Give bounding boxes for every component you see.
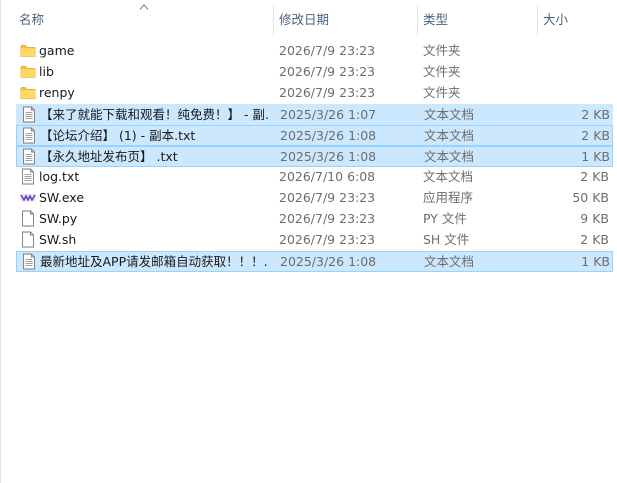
file-size: 2 KB	[580, 232, 609, 247]
renpy-app-icon	[20, 189, 36, 206]
file-row[interactable]: log.txt 2026/7/10 6:08 文本文档 2 KB	[16, 167, 613, 188]
file-name: lib	[39, 64, 54, 79]
file-type: 应用程序	[423, 190, 474, 205]
file-row[interactable]: 最新地址及APP请发邮箱自动获取！！！... 2025/3/26 1:08 文本文档…	[16, 251, 613, 272]
file-type: 文本文档	[424, 149, 475, 164]
folder-icon	[20, 42, 36, 59]
file-name: SW.py	[39, 211, 78, 226]
text-file-icon	[20, 168, 36, 185]
file-type: 文件夹	[423, 85, 461, 100]
file-date: 2025/3/26 1:07	[280, 107, 377, 122]
file-date: 2025/3/26 1:08	[280, 149, 377, 164]
file-name: SW.exe	[39, 190, 85, 205]
text-file-icon	[21, 106, 37, 123]
file-type: 文本文档	[423, 169, 474, 184]
file-type: 文本文档	[424, 107, 475, 122]
folder-icon	[20, 84, 36, 101]
file-row[interactable]: 【永久地址发布页】 .txt 2025/3/26 1:08 文本文档 1 KB	[16, 146, 613, 167]
column-header-date[interactable]: 修改日期	[275, 0, 417, 39]
file-size: 2 KB	[581, 107, 610, 122]
file-name: 【永久地址发布页】 .txt	[40, 149, 178, 164]
file-icon	[20, 210, 36, 227]
file-row[interactable]: 【论坛介绍】 (1) - 副本.txt 2025/3/26 1:08 文本文档 2 K…	[16, 125, 613, 146]
file-date: 2026/7/9 23:23	[279, 232, 376, 247]
file-type: PY 文件	[423, 211, 467, 226]
file-date: 2025/3/26 1:08	[280, 128, 377, 143]
file-date: 2026/7/9 23:23	[279, 190, 376, 205]
file-type: 文件夹	[423, 64, 461, 79]
file-name: renpy	[39, 85, 75, 100]
file-row[interactable]: SW.py 2026/7/9 23:23 PY 文件 9 KB	[16, 209, 613, 230]
column-separator[interactable]	[537, 6, 538, 36]
file-row[interactable]: lib 2026/7/9 23:23 文件夹	[16, 62, 613, 83]
file-date: 2026/7/9 23:23	[279, 211, 376, 226]
file-name: 【论坛介绍】 (1) - 副本.txt	[40, 128, 196, 143]
file-size: 9 KB	[580, 211, 609, 226]
file-size: 2 KB	[580, 169, 609, 184]
folder-icon	[20, 63, 36, 80]
file-size	[536, 62, 609, 81]
file-name: 最新地址及APP请发邮箱自动获取！！！...	[40, 254, 268, 269]
column-separator[interactable]	[417, 6, 418, 36]
file-size	[536, 41, 609, 60]
file-date: 2026/7/9 23:23	[279, 85, 376, 100]
file-size: 1 KB	[581, 254, 610, 269]
file-name: game	[39, 43, 75, 58]
file-row[interactable]: game 2026/7/9 23:23 文件夹	[16, 41, 613, 62]
file-type: SH 文件	[423, 232, 470, 247]
file-icon	[20, 231, 36, 248]
column-header-type[interactable]: 类型	[419, 0, 537, 39]
file-size	[536, 83, 609, 102]
file-date: 2026/7/9 23:23	[279, 64, 376, 79]
file-row[interactable]: renpy 2026/7/9 23:23 文件夹	[16, 83, 613, 104]
column-header-size[interactable]: 大小	[539, 0, 617, 39]
file-name: 【来了就能下载和观看！纯免费！】 - 副...	[40, 107, 268, 122]
file-date: 2025/3/26 1:08	[280, 254, 377, 269]
file-type: 文件夹	[423, 43, 461, 58]
file-type: 文本文档	[424, 254, 475, 269]
text-file-icon	[21, 127, 37, 144]
file-type: 文本文档	[424, 128, 475, 143]
file-size: 1 KB	[581, 149, 610, 164]
window-left-edge	[0, 0, 1, 483]
file-row[interactable]: SW.sh 2026/7/9 23:23 SH 文件 2 KB	[16, 230, 613, 251]
file-size: 50 KB	[572, 190, 609, 205]
file-name: log.txt	[39, 169, 80, 184]
column-header-name[interactable]: 名称	[15, 0, 273, 39]
file-date: 2026/7/10 6:08	[279, 169, 376, 184]
file-row[interactable]: 【来了就能下载和观看！纯免费！】 - 副... 2025/3/26 1:07 文本文…	[16, 104, 613, 125]
file-date: 2026/7/9 23:23	[279, 43, 376, 58]
column-separator[interactable]	[273, 6, 274, 36]
text-file-icon	[21, 253, 37, 270]
column-header: 名称 修改日期 类型 大小	[1, 0, 617, 39]
file-name: SW.sh	[39, 232, 77, 247]
file-row[interactable]: SW.exe 2026/7/9 23:23 应用程序 50 KB	[16, 188, 613, 209]
file-size: 2 KB	[581, 128, 610, 143]
text-file-icon	[21, 148, 37, 165]
